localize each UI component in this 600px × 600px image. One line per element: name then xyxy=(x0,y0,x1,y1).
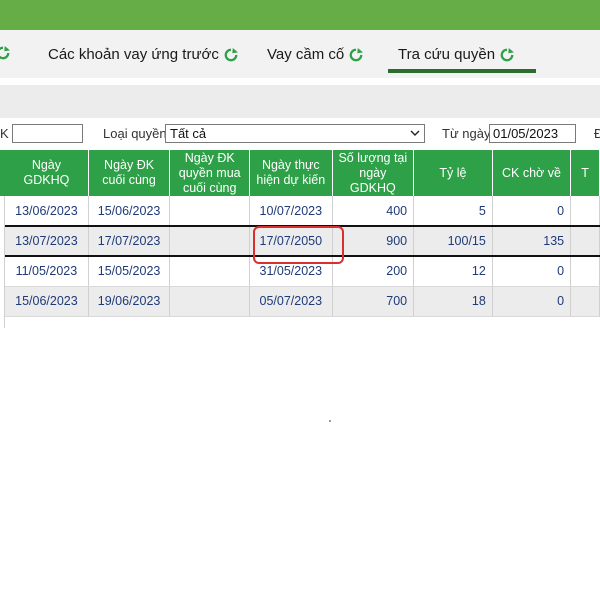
refresh-icon[interactable] xyxy=(224,47,238,62)
tab-rights-lookup-label: Tra cứu quyền xyxy=(398,46,496,63)
filter-row: K Loại quyền Tất cả Từ ngày Đ xyxy=(0,118,600,148)
cell-pending-stock: 0 xyxy=(492,196,572,227)
cell-gdkhq: 15/06/2023 xyxy=(5,286,89,317)
cell-last-registration: 15/05/2023 xyxy=(88,256,171,287)
from-date-input[interactable] xyxy=(489,124,576,143)
table-row[interactable]: 15/06/2023 19/06/2023 05/07/2023 700 18 … xyxy=(5,286,600,317)
tab-partial-refresh[interactable] xyxy=(0,46,10,60)
col-header-last-registration[interactable]: Ngày ĐK cuối cùng xyxy=(88,150,171,196)
stock-code-input[interactable] xyxy=(12,124,83,143)
cell-gdkhq: 11/05/2023 xyxy=(5,256,89,287)
cell-quantity: 700 xyxy=(332,286,415,317)
col-header-expected-date[interactable]: Ngày thực hiện dự kiến xyxy=(249,150,333,196)
col-header-quantity[interactable]: Số lượng tại ngày GDKHQ xyxy=(332,150,415,196)
cell-expected-date: 05/07/2023 xyxy=(249,286,333,317)
refresh-icon[interactable] xyxy=(349,47,364,62)
table-row[interactable]: 11/05/2023 15/05/2023 31/05/2023 200 12 … xyxy=(5,256,600,287)
cell-last-registration: 17/07/2023 xyxy=(88,225,171,257)
tab-pledge-loans-label: Vay cầm cố xyxy=(267,46,345,63)
cell-last-registration: 15/06/2023 xyxy=(88,196,171,227)
cell-ratio: 100/15 xyxy=(413,225,493,257)
from-date-label: Từ ngày xyxy=(442,126,491,141)
cell-partial xyxy=(570,256,600,287)
cell-gdkhq: 13/07/2023 xyxy=(5,225,89,257)
rights-table: Ngày GDKHQ Ngày ĐK cuối cùng Ngày ĐK quy… xyxy=(5,150,600,317)
table-header-row: Ngày GDKHQ Ngày ĐK cuối cùng Ngày ĐK quy… xyxy=(5,150,600,196)
top-header-bar xyxy=(0,0,600,30)
chevron-down-icon xyxy=(410,130,420,136)
cell-expected-date: 31/05/2023 xyxy=(249,256,333,287)
table-row-selected[interactable]: 13/07/2023 17/07/2023 17/07/2050 900 100… xyxy=(5,225,600,257)
tab-pledge-loans[interactable]: Vay cầm cố xyxy=(267,46,364,63)
tab-advance-loans[interactable]: Các khoản vay ứng trước xyxy=(48,46,238,63)
col-header-pending-stock[interactable]: CK chờ về xyxy=(492,150,572,196)
cell-expected-date: 17/07/2050 xyxy=(249,225,333,257)
to-date-label-partial: Đ xyxy=(594,126,600,141)
cell-ratio: 12 xyxy=(413,256,493,287)
cell-pending-stock: 0 xyxy=(492,256,572,287)
cell-last-registration: 19/06/2023 xyxy=(88,286,171,317)
cell-expected-date: 10/07/2023 xyxy=(249,196,333,227)
right-type-label: Loại quyền xyxy=(103,126,167,141)
cell-last-purchase-registration xyxy=(169,196,251,227)
cell-ratio: 18 xyxy=(413,286,493,317)
cell-pending-stock: 0 xyxy=(492,286,572,317)
stock-code-label: K xyxy=(0,126,9,141)
cell-quantity: 400 xyxy=(332,196,415,227)
right-type-select[interactable]: Tất cả xyxy=(165,124,425,143)
cell-last-purchase-registration xyxy=(169,286,251,317)
refresh-icon[interactable] xyxy=(0,46,10,60)
col-header-ratio[interactable]: Tỷ lệ xyxy=(413,150,493,196)
stray-dot xyxy=(329,420,331,422)
col-header-last-purchase-registration[interactable]: Ngày ĐK quyền mua cuối cùng xyxy=(169,150,251,196)
refresh-icon[interactable] xyxy=(500,47,515,62)
cell-quantity: 900 xyxy=(332,225,415,257)
tab-advance-loans-label: Các khoản vay ứng trước xyxy=(48,46,219,63)
active-tab-indicator xyxy=(388,69,536,73)
cell-partial xyxy=(570,196,600,227)
cell-quantity: 200 xyxy=(332,256,415,287)
tab-rights-lookup[interactable]: Tra cứu quyền xyxy=(398,46,515,63)
cell-ratio: 5 xyxy=(413,196,493,227)
col-header-partial[interactable]: T xyxy=(570,150,600,196)
cell-last-purchase-registration xyxy=(169,256,251,287)
cell-last-purchase-registration xyxy=(169,225,251,257)
toolbar-strip xyxy=(0,85,600,118)
cell-partial xyxy=(570,286,600,317)
right-type-selected: Tất cả xyxy=(170,126,207,141)
col-header-gdkhq[interactable]: Ngày GDKHQ xyxy=(5,150,89,196)
cell-gdkhq: 13/06/2023 xyxy=(5,196,89,227)
table-row[interactable]: 13/06/2023 15/06/2023 10/07/2023 400 5 0 xyxy=(5,196,600,227)
cell-partial xyxy=(570,225,600,257)
cell-pending-stock: 135 xyxy=(492,225,572,257)
